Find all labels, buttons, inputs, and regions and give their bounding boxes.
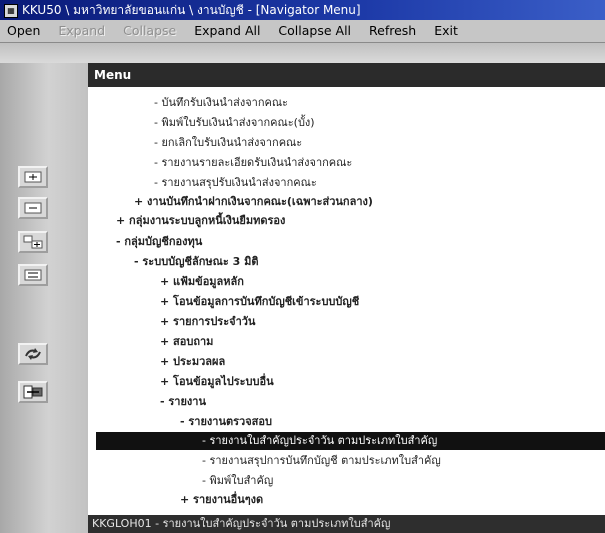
navigator-tree: - บันทึกรับเงินนำส่งจากคณะ - พิมพ์ใบรับเ…	[88, 87, 605, 515]
collapse-button[interactable]	[18, 197, 48, 219]
tree-item[interactable]: + สอบถาม	[160, 334, 213, 350]
expand-button[interactable]	[18, 166, 48, 188]
menu-collapse-all[interactable]: Collapse All	[271, 20, 358, 42]
tree-item[interactable]: - กลุ่มบัญชีกองทุน	[116, 234, 202, 250]
tree-item[interactable]: + โอนข้อมูลไประบบอื่น	[160, 374, 274, 390]
tree-item[interactable]: - ยกเลิกใบรับเงินนำส่งจากคณะ	[154, 135, 302, 151]
tree-item[interactable]: - พิมพ์ใบสำคัญ	[202, 473, 273, 489]
refresh-button[interactable]	[18, 343, 48, 365]
app-icon: ▦	[4, 4, 18, 18]
expand-icon	[24, 171, 42, 183]
expand-all-icon	[23, 235, 43, 249]
collapse-icon	[24, 202, 42, 214]
menu-expand-all[interactable]: Expand All	[187, 20, 267, 42]
tree-item-selected[interactable]: - รายงานใบสำคัญประจำวัน ตามประเภทใบสำคัญ	[96, 432, 605, 450]
tree-item[interactable]: - รายงานสรุปรับเงินนำส่งจากคณะ	[154, 175, 317, 191]
tree-item[interactable]: + ประมวลผล	[160, 354, 225, 370]
window-title: KKU50 \ มหาวิทยาลัยขอนแก่น \ งานบัญชี - …	[22, 3, 361, 17]
status-bar: KKGLOH01 - รายงานใบสำคัญประจำวัน ตามประเ…	[88, 515, 605, 533]
tree-item[interactable]: + โอนข้อมูลการบันทึกบัญชีเข้าระบบบัญชี	[160, 294, 359, 310]
sidebar	[0, 63, 88, 533]
exit-button[interactable]	[18, 381, 48, 403]
tree-item[interactable]: - บันทึกรับเงินนำส่งจากคณะ	[154, 95, 288, 111]
tree-item[interactable]: - รายงานสรุปการบันทึกบัญชี ตามประเภทใบสำ…	[202, 453, 441, 469]
tree-item[interactable]: + งานบันทึกนำฝากเงินจากคณะ(เฉพาะส่วนกลาง…	[134, 194, 373, 210]
toolbar-strip	[0, 43, 605, 63]
collapse-all-icon	[24, 269, 42, 281]
tree-item[interactable]: + กลุ่มงานระบบลูกหนี้เงินยืมทดรอง	[116, 213, 285, 229]
tree-item[interactable]: - พิมพ์ใบรับเงินนำส่งจากคณะ(บั้ง)	[154, 115, 315, 131]
menu-exit[interactable]: Exit	[427, 20, 465, 42]
tree-item[interactable]: - รายงานรายละเอียดรับเงินนำส่งจากคณะ	[154, 155, 352, 171]
tree-item[interactable]: + รายงานอื่นๆงด	[180, 492, 263, 508]
tree-item[interactable]: + แฟ้มข้อมูลหลัก	[160, 274, 244, 290]
menu-refresh[interactable]: Refresh	[362, 20, 423, 42]
menu-expand[interactable]: Expand	[51, 20, 112, 42]
collapse-all-button[interactable]	[18, 264, 48, 286]
menu-open[interactable]: Open	[0, 20, 47, 42]
panel-title: Menu	[88, 63, 605, 87]
tree-item[interactable]: + รายการประจำวัน	[160, 314, 255, 330]
exit-icon	[23, 385, 43, 399]
menu-collapse[interactable]: Collapse	[116, 20, 183, 42]
tree-item[interactable]: - รายงาน	[160, 394, 206, 410]
menu-bar: Open Expand Collapse Expand All Collapse…	[0, 20, 605, 43]
refresh-icon	[25, 348, 41, 360]
title-bar: ▦ KKU50 \ มหาวิทยาลัยขอนแก่น \ งานบัญชี -…	[0, 0, 605, 20]
tree-item[interactable]: - ระบบบัญชีลักษณะ 3 มิติ	[134, 254, 258, 270]
tree-item[interactable]: - รายงานตรวจสอบ	[180, 414, 272, 430]
expand-all-button[interactable]	[18, 231, 48, 253]
